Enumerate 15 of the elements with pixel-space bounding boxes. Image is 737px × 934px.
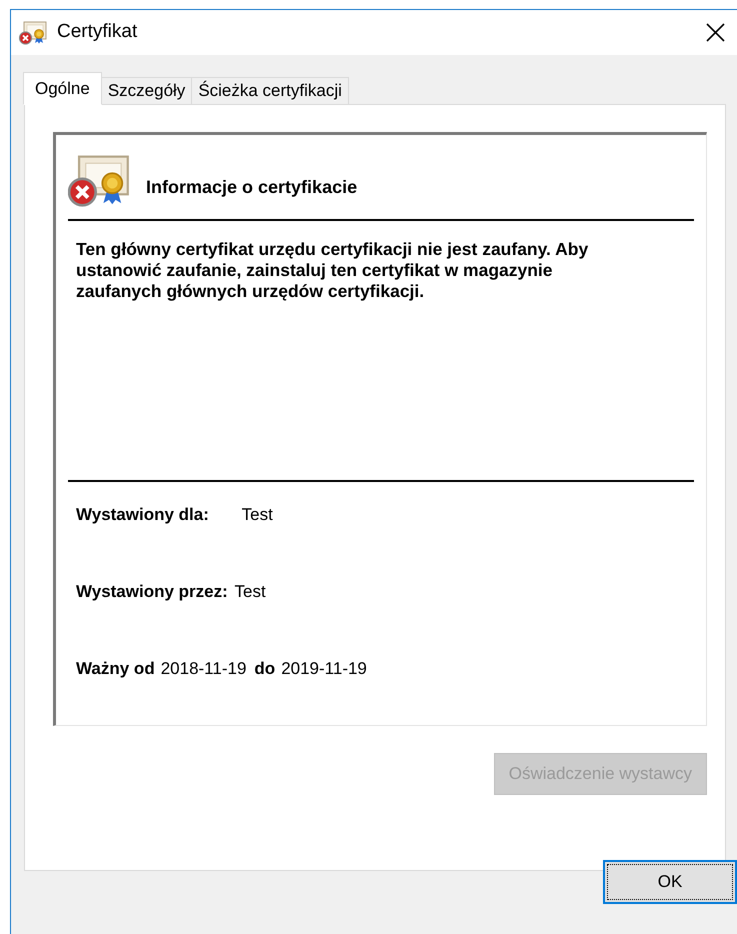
tab[interactable]: Ścieżka certyfikacji xyxy=(191,77,349,105)
field-label: Wystawiony dla: xyxy=(76,505,209,524)
date-value: 2018-11-19 xyxy=(160,659,246,678)
window-title: Certyfikat xyxy=(57,20,138,44)
field-label: Wystawiony przez: xyxy=(76,582,228,601)
section-heading: Informacje o certyfikacie xyxy=(146,177,358,199)
field-value: Test xyxy=(242,505,273,524)
field-label: do xyxy=(254,659,276,678)
date-value: 2019-11-19 xyxy=(281,659,367,678)
trust-message: Ten główny certyfikat urzędu certyfikacji nie jest zaufany. Aby ustanowić zaufanie, zainstaluj ten certyfikat w magazynie zaufanych głównych urzędów certyfikacji. xyxy=(76,239,590,302)
field-value: Test xyxy=(234,582,266,601)
field-label: Ważny od xyxy=(76,659,155,678)
close-icon xyxy=(706,23,725,42)
tab[interactable]: Ogólne xyxy=(23,72,102,105)
ok-button[interactable]: OK xyxy=(603,860,737,904)
